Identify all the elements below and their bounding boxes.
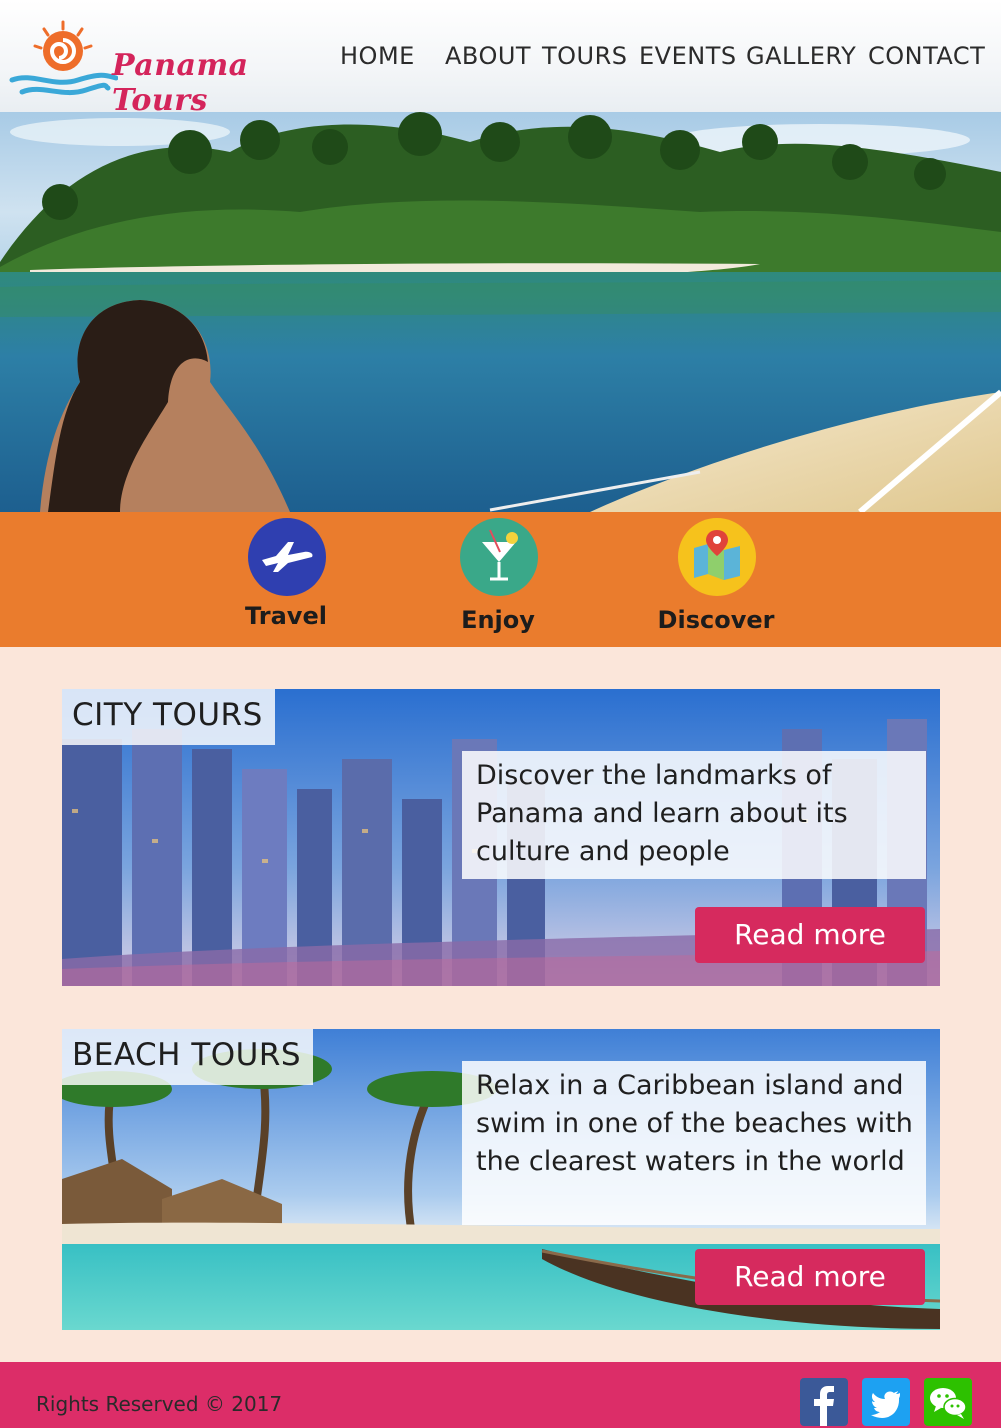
- tour-card-city: CITY TOURS Discover the landmarks of Pan…: [62, 689, 940, 986]
- feature-label: Discover: [657, 606, 775, 634]
- map-pin-icon: [678, 518, 756, 596]
- island-hero-image: [0, 112, 1001, 512]
- facebook-icon[interactable]: [800, 1378, 848, 1426]
- twitter-icon[interactable]: [862, 1378, 910, 1426]
- feature-label: Enjoy: [461, 606, 535, 634]
- tour-description: Relax in a Caribbean island and swim in …: [462, 1061, 926, 1225]
- feature-travel[interactable]: Travel: [206, 518, 366, 643]
- site-header: Panama Tours HOME ABOUT TOURS EVENTS GAL…: [0, 0, 1001, 118]
- wechat-icon[interactable]: [924, 1378, 972, 1426]
- site-footer: Rights Reserved © 2017: [0, 1362, 1001, 1428]
- copyright-text: Rights Reserved © 2017: [36, 1392, 283, 1416]
- cocktail-icon: [460, 518, 538, 596]
- nav-item-contact[interactable]: CONTACT: [868, 42, 985, 70]
- nav-item-gallery[interactable]: GALLERY: [746, 42, 856, 70]
- tour-title: CITY TOURS: [62, 689, 275, 745]
- read-more-button[interactable]: Read more: [695, 907, 925, 963]
- features-band: Travel Enjoy Discover: [0, 512, 1001, 647]
- tour-title: BEACH TOURS: [62, 1029, 314, 1085]
- feature-label: Travel: [245, 602, 327, 630]
- tour-description: Discover the landmarks of Panama and lea…: [462, 751, 926, 879]
- nav-item-home[interactable]: HOME: [340, 42, 415, 70]
- read-more-button[interactable]: Read more: [695, 1249, 925, 1305]
- nav-item-events[interactable]: EVENTS: [639, 42, 737, 70]
- airplane-icon: [248, 518, 326, 596]
- feature-enjoy[interactable]: Enjoy: [418, 518, 578, 643]
- tour-card-beach: BEACH TOURS Relax in a Caribbean island …: [62, 1029, 940, 1330]
- nav-item-about[interactable]: ABOUT: [445, 42, 531, 70]
- main-nav: HOME ABOUT TOURS EVENTS GALLERY CONTACT: [0, 42, 1001, 76]
- feature-discover[interactable]: Discover: [636, 518, 796, 643]
- hero-banner: [0, 112, 1001, 512]
- nav-item-tours[interactable]: TOURS: [542, 42, 628, 70]
